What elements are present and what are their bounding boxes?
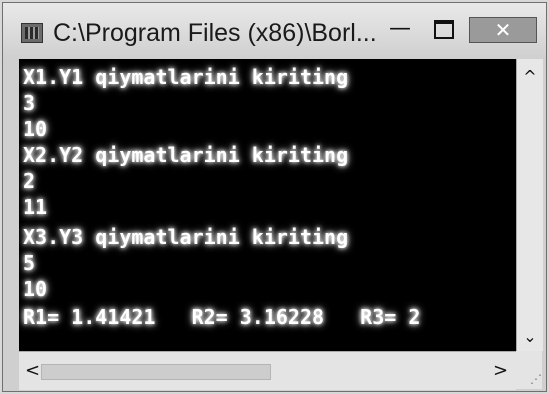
console-line: X2.Y2 qiymatlarini kiriting (23, 143, 349, 167)
console-line: R1= 1.41421 R2= 3.16228 R3= 2 (23, 305, 421, 329)
console-line: 10 (23, 117, 48, 141)
console-line: 11 (23, 195, 48, 219)
close-button[interactable]: ✕ (469, 17, 537, 43)
console-line: 2 (23, 169, 36, 193)
scroll-down-icon[interactable]: ⌄ (517, 327, 543, 346)
maximize-icon (434, 20, 454, 39)
window-title: C:\Program Files (x86)\Borl... (53, 19, 377, 47)
app-icon[interactable] (21, 23, 43, 43)
scroll-up-icon[interactable]: ^ (517, 67, 543, 86)
scroll-left-icon[interactable]: < (25, 360, 40, 381)
console-line: 3 (23, 91, 36, 115)
scroll-right-icon[interactable]: > (493, 360, 508, 381)
console-line: X3.Y3 qiymatlarini kiriting (23, 225, 349, 249)
horizontal-scrollbar[interactable]: < > (19, 351, 516, 390)
resize-grip-icon[interactable]: ⋰ (516, 351, 542, 389)
console-line: X1.Y1 qiymatlarini kiriting (23, 65, 349, 89)
console-output[interactable]: X1.Y1 qiymatlarini kiriting 3 10 X2.Y2 q… (19, 59, 516, 351)
console-line: 5 (23, 251, 36, 275)
horizontal-scroll-thumb[interactable] (41, 364, 271, 380)
console-line: 10 (23, 277, 48, 301)
console-window: C:\Program Files (x86)\Borl... — ✕ X1.Y1… (2, 2, 547, 392)
maximize-button[interactable] (427, 17, 461, 43)
vertical-scrollbar[interactable]: ^ ⌄ (516, 59, 543, 351)
minimize-button[interactable]: — (383, 17, 417, 43)
title-bar[interactable]: C:\Program Files (x86)\Borl... — ✕ (3, 3, 546, 59)
